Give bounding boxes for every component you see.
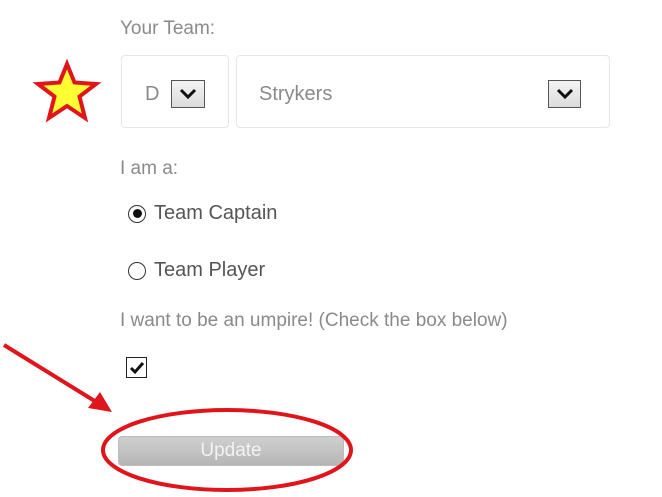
checkmark-icon: [129, 361, 144, 374]
radio-label: Team Player: [154, 259, 266, 281]
your-team-label: Your Team:: [120, 18, 216, 39]
update-button[interactable]: Update: [118, 436, 344, 466]
team-select[interactable]: Strykers: [236, 55, 610, 128]
star-icon: [32, 58, 102, 123]
radio-team-player[interactable]: Team Player: [128, 259, 265, 282]
radio-label: Team Captain: [154, 202, 278, 224]
radio-team-captain[interactable]: Team Captain: [128, 202, 277, 225]
arrow-icon: [2, 343, 112, 412]
chevron-down-icon[interactable]: [171, 80, 205, 108]
umpire-checkbox[interactable]: [126, 357, 147, 378]
division-select-value: D: [145, 83, 160, 105]
radio-button[interactable]: [128, 204, 146, 223]
radio-selected-dot: [132, 209, 142, 218]
role-label: I am a:: [120, 158, 179, 179]
umpire-label: I want to be an umpire! (Check the box b…: [120, 310, 508, 331]
radio-button[interactable]: [128, 261, 146, 280]
chevron-down-icon[interactable]: [548, 80, 581, 108]
team-select-value: Strykers: [259, 83, 333, 105]
division-select[interactable]: D: [121, 55, 229, 128]
